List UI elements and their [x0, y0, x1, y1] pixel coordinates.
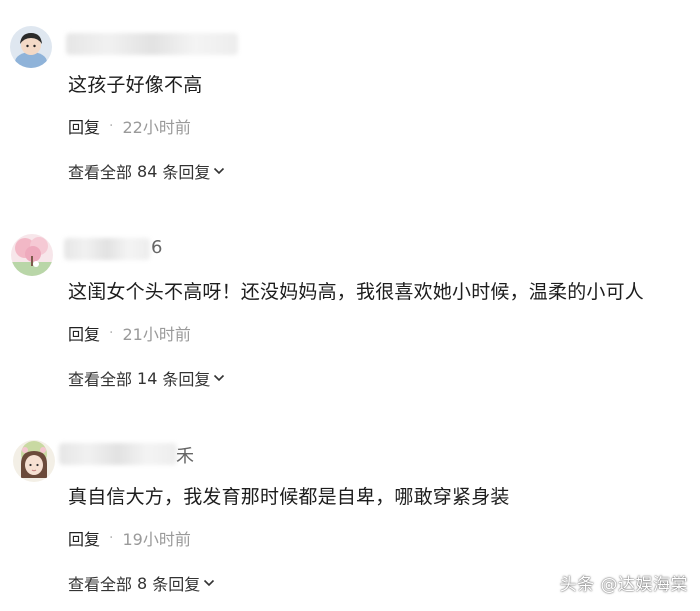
view-all-prefix: 查看全部 — [68, 370, 133, 389]
view-all-suffix: 条回复 — [162, 163, 211, 182]
reply-button[interactable]: 回复 — [68, 526, 100, 550]
comment-meta: 回复 · 21小时前 — [68, 321, 191, 345]
username-suffix: 6 — [151, 237, 163, 258]
view-all-replies-button[interactable]: 查看全部 8 条回复 — [68, 571, 215, 595]
avatar-child-icon — [10, 26, 52, 68]
comment-text: 这闺女个头不高呀！还没妈妈高，我很喜欢她小时候，温柔的小可人 — [68, 281, 645, 303]
avatar-blossom-icon — [11, 234, 53, 276]
view-all-prefix: 查看全部 — [68, 163, 133, 182]
reply-count: 14 — [137, 368, 158, 388]
timestamp: 21小时前 — [122, 325, 191, 344]
username-blurred[interactable] — [64, 238, 150, 260]
username-suffix: 禾 — [176, 446, 194, 467]
avatar[interactable] — [11, 234, 53, 276]
comment-meta: 回复 · 22小时前 — [68, 114, 191, 138]
separator: · — [109, 325, 114, 341]
chevron-down-icon — [204, 579, 215, 587]
reply-count: 84 — [137, 161, 158, 181]
reply-count: 8 — [137, 573, 148, 593]
watermark-text: 头条 @达娱海棠 — [559, 575, 688, 595]
chevron-down-icon — [214, 167, 225, 175]
reply-button[interactable]: 回复 — [68, 114, 100, 138]
view-all-suffix: 条回复 — [162, 370, 211, 389]
comment-text: 这孩子好像不高 — [68, 74, 203, 96]
separator: · — [109, 118, 114, 134]
username-blurred[interactable] — [59, 443, 177, 465]
avatar[interactable] — [10, 26, 52, 68]
view-all-replies-button[interactable]: 查看全部 14 条回复 — [68, 366, 225, 390]
comment-text: 真自信大方，我发育那时候都是自卑，哪敢穿紧身装 — [68, 486, 510, 508]
comment-meta: 回复 · 19小时前 — [68, 526, 191, 550]
timestamp: 22小时前 — [122, 118, 191, 137]
view-all-replies-button[interactable]: 查看全部 84 条回复 — [68, 159, 225, 183]
view-all-prefix: 查看全部 — [68, 575, 133, 594]
reply-button[interactable]: 回复 — [68, 321, 100, 345]
view-all-suffix: 条回复 — [152, 575, 201, 594]
avatar-illustrated-girl-icon — [13, 440, 55, 482]
avatar[interactable] — [13, 440, 55, 482]
separator: · — [109, 530, 114, 546]
timestamp: 19小时前 — [122, 530, 191, 549]
username-blurred[interactable] — [66, 33, 238, 55]
chevron-down-icon — [214, 374, 225, 382]
